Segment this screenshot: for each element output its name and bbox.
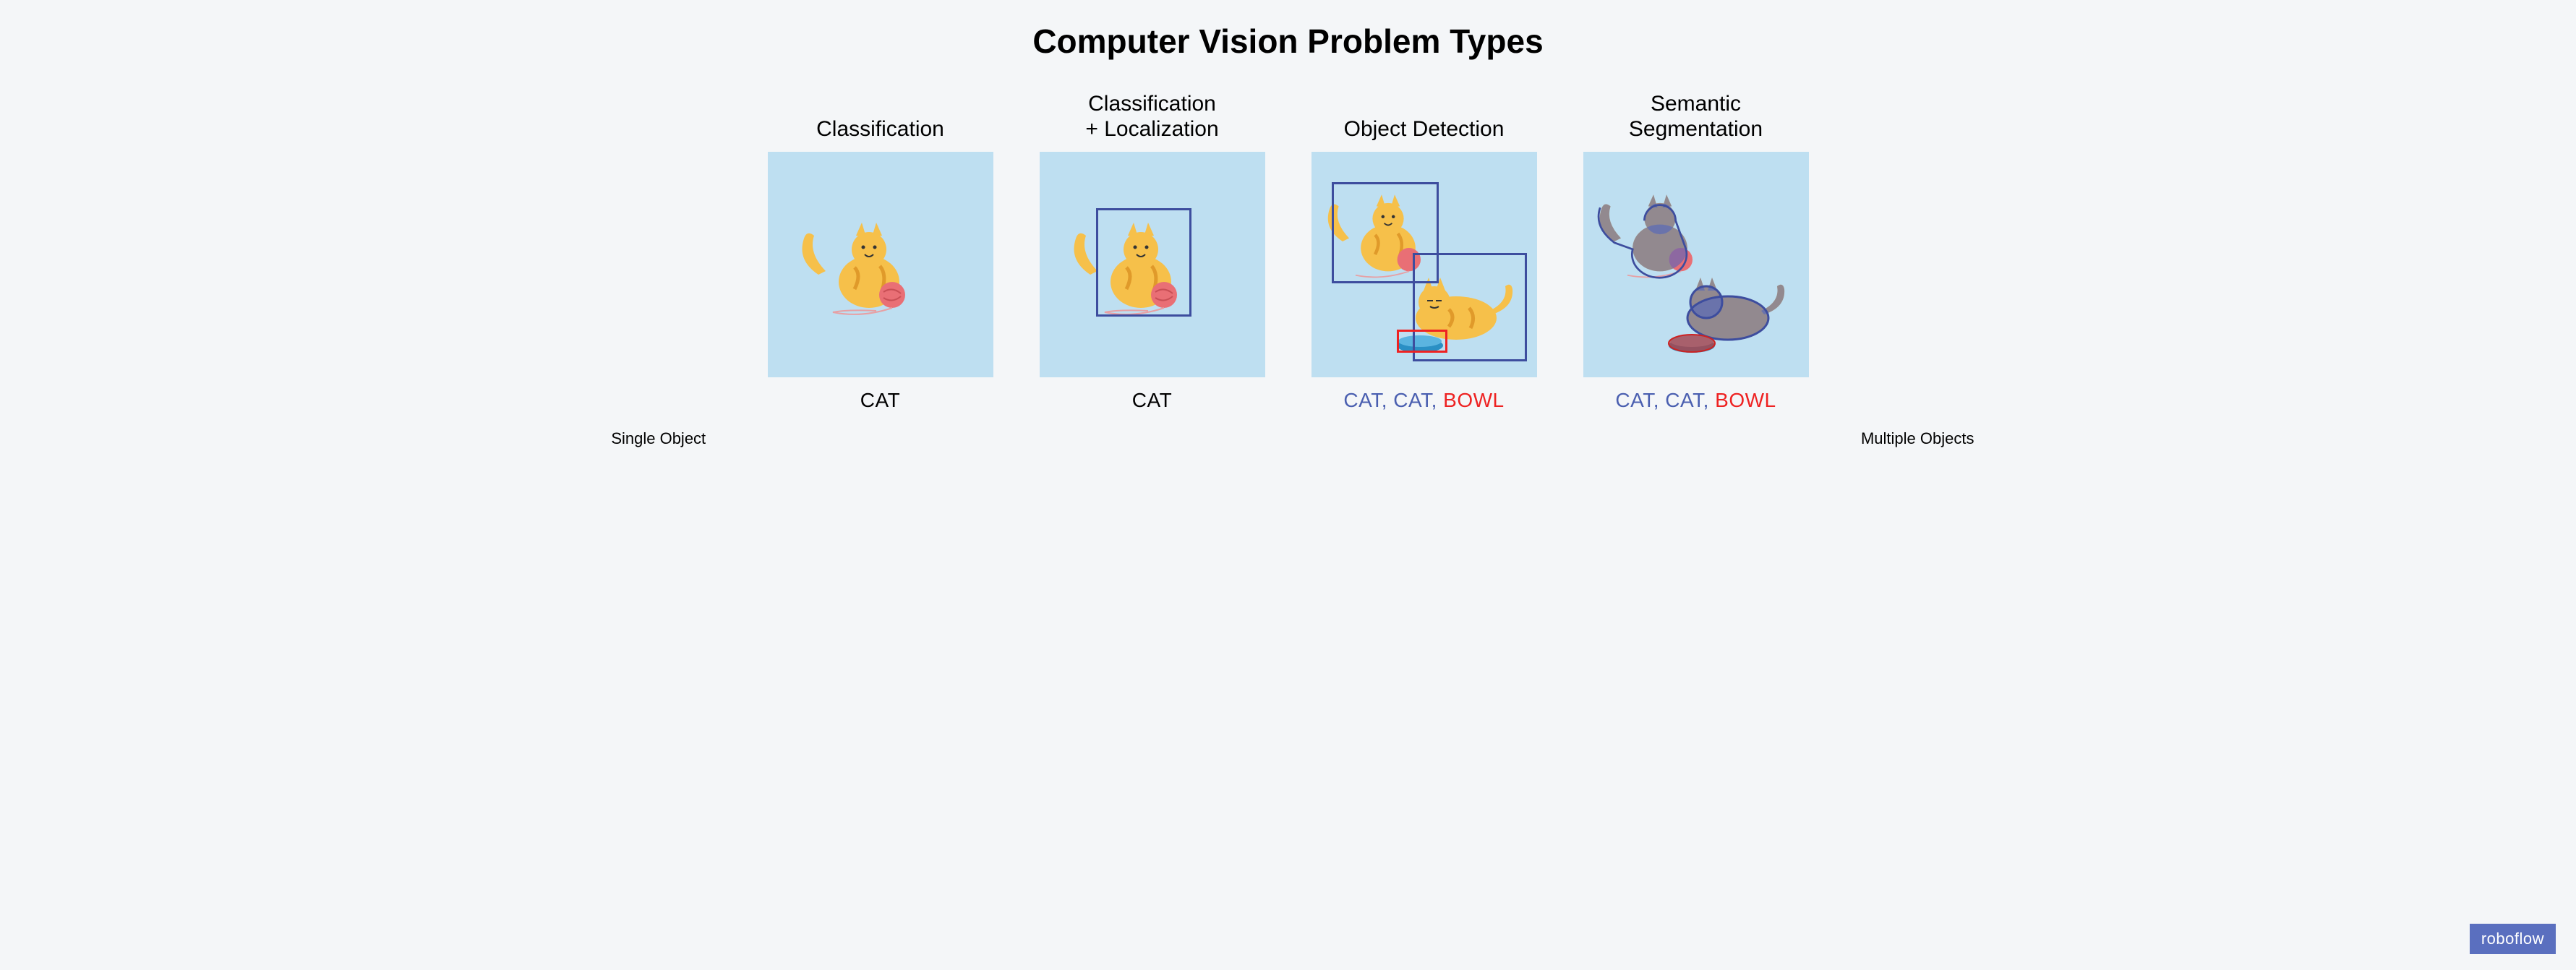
group-single: Single Object	[29, 429, 1288, 448]
group-labels: Single Object Multiple Objects	[29, 429, 2547, 448]
class-label: CAT	[1343, 389, 1381, 411]
panel-labels: CAT, CAT, BOWL	[1615, 389, 1776, 412]
bounding-box-cat	[1096, 208, 1191, 317]
scene	[1040, 152, 1265, 377]
panel-detection: Object Detection	[1309, 81, 1540, 412]
class-label: CAT	[1615, 389, 1653, 411]
cats-illustration	[1583, 152, 1809, 377]
panel-labels: CAT	[860, 389, 900, 412]
class-label: CAT	[1393, 389, 1431, 411]
panel-title: Object Detection	[1344, 81, 1505, 142]
page-title: Computer Vision Problem Types	[29, 22, 2547, 61]
cat-illustration	[768, 152, 993, 377]
class-label: CAT	[1132, 389, 1172, 411]
scene	[1311, 152, 1537, 377]
brand-badge: roboflow	[2470, 924, 2556, 954]
panel-title: Classification	[816, 81, 944, 142]
scene	[768, 152, 993, 377]
panel-title: Semantic Segmentation	[1629, 81, 1763, 142]
panel-localization: Classification + Localization	[1037, 81, 1268, 412]
group-multiple: Multiple Objects	[1288, 429, 2548, 448]
bounding-box-bowl	[1397, 330, 1447, 353]
panel-labels: CAT	[1132, 389, 1172, 412]
panel-classification: Classification	[765, 81, 996, 412]
class-label: ,	[1382, 389, 1394, 411]
class-label: ,	[1432, 389, 1444, 411]
class-label: BOWL	[1443, 389, 1504, 411]
scene	[1583, 152, 1809, 377]
class-label: ,	[1653, 389, 1666, 411]
panel-row: Classification	[29, 81, 2547, 412]
class-label: CAT	[860, 389, 900, 411]
panel-title: Classification + Localization	[1085, 81, 1218, 142]
class-label: CAT	[1665, 389, 1703, 411]
class-label: BOWL	[1715, 389, 1776, 411]
panel-segmentation: Semantic Segmentation	[1580, 81, 1812, 412]
class-label: ,	[1703, 389, 1716, 411]
panel-labels: CAT, CAT, BOWL	[1343, 389, 1504, 412]
